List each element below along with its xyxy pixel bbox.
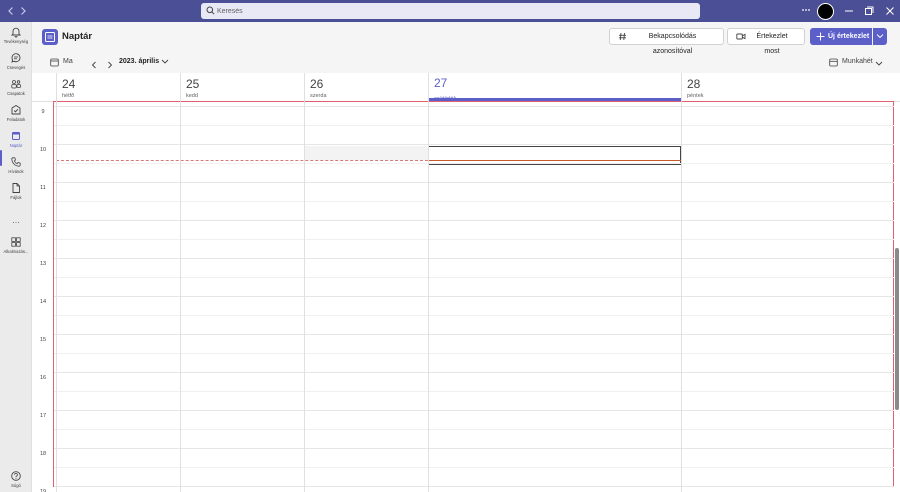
calendar-icon [12,132,20,140]
rail-item-calendar[interactable]: Naptár [0,130,32,154]
rail-item-chat[interactable]: Csevegés [0,52,32,76]
day-column-divider [681,101,682,492]
view-selector[interactable]: Munkahét [829,56,873,68]
apps-icon [11,237,21,247]
hour-label: 15 [39,337,47,343]
day-column-divider [56,101,57,492]
hour-label: 13 [39,261,47,267]
chevron-left-icon [91,61,96,69]
hour-label: 11 [40,185,46,191]
day-column-divider [304,101,305,492]
calendar-view-icon [829,58,838,67]
hour-label: 10 [39,147,47,153]
rail-item-help[interactable]: Súgó [0,470,32,492]
rail-item-files[interactable]: Fájlok [0,182,32,206]
rail-item-activity[interactable]: Tevékenység [0,26,32,50]
previous-week-button[interactable] [89,57,99,69]
day-number: 26 [310,77,324,91]
rail-label: Csapatok [7,91,25,96]
teams-icon [11,80,21,89]
day-number: 24 [62,77,76,91]
rail-label: Hívások [8,169,24,174]
video-icon [736,33,746,40]
today-label: Ma [63,58,73,65]
day-header[interactable]: 26 szerda [304,73,428,101]
search-box[interactable] [201,3,700,19]
plus-icon [816,32,825,41]
day-header[interactable]: 25 kedd [180,73,304,101]
chevron-right-icon [108,61,113,69]
today-button[interactable]: Ma [50,56,73,68]
day-number: 27 [434,76,448,90]
scrollbar[interactable] [894,101,900,492]
rail-item-tasks[interactable]: Feladatok [0,104,32,128]
calendar-app-icon [42,29,58,45]
file-icon [12,183,20,193]
rail-label: Csevegés [6,65,26,70]
new-meeting-label: Új értekezlet [828,33,870,40]
rail-more-button[interactable]: ··· [0,212,32,227]
scrollbar-thumb[interactable] [895,248,899,410]
title-bar [0,0,900,22]
chevron-down-icon [876,34,884,39]
rail-item-teams[interactable]: Csapatok [0,78,32,102]
avatar[interactable] [817,3,834,20]
hour-label: 12 [39,223,47,229]
day-number: 28 [687,77,701,91]
join-with-id-button[interactable]: Bekapcsolódás azonosítóval [609,28,724,55]
phone-icon [11,157,21,167]
tasks-icon [11,104,21,115]
page-title: Naptár [62,31,93,42]
hour-label: 17 [39,413,47,419]
calendar-today-icon [50,58,59,67]
date-navigation: Ma 2023. április Munkahét [32,52,900,73]
day-header-today[interactable]: 27 csütörtök [428,73,682,102]
close-icon[interactable] [883,4,897,18]
more-icon: ··· [12,218,20,227]
month-picker[interactable]: 2023. április [119,57,159,67]
new-meeting-dropdown[interactable] [873,28,887,45]
day-name: péntek [687,93,704,99]
day-name: hétfő [62,93,75,99]
restore-icon[interactable] [862,4,876,18]
minimize-icon[interactable] [842,4,856,18]
rail-item-calls[interactable]: Hívások [0,156,32,180]
rail-label: Fájlok [10,195,22,200]
new-meeting-button[interactable]: Új értekezlet [810,28,872,45]
chat-icon [11,53,21,63]
search-icon [206,6,215,15]
meet-now-button[interactable]: Értekezlet most [727,28,805,55]
day-column-divider [428,101,429,492]
calendar-grid: 24 hétfő 25 kedd 26 szerda 27 csütörtök … [32,73,900,492]
day-number: 25 [186,77,200,91]
rail-label: Naptár [9,143,23,148]
chevron-down-icon[interactable] [161,59,169,65]
day-name: kedd [186,93,198,99]
app-rail: Tevékenység Csevegés Csapatok Feladatok … [0,22,32,492]
rail-label: Súgó [11,483,21,488]
next-week-button[interactable] [105,57,115,69]
day-column-divider [180,101,181,492]
hour-label: 14 [39,299,47,305]
chevron-down-icon[interactable] [875,61,883,67]
hour-label: 16 [39,375,47,381]
view-label: Munkahét [842,58,873,65]
rail-label: Alkalmazás... [3,249,29,254]
help-icon [11,471,21,481]
calendar-header: Naptár Bekapcsolódás azonosítóval Érteke… [32,22,900,55]
hour-label: 18 [39,451,47,457]
rail-item-apps[interactable]: Alkalmazás... [0,236,32,260]
rail-label: Feladatok [6,117,26,122]
hour-label: 9 [41,109,45,115]
day-header[interactable]: 24 hétfő [56,73,180,101]
more-options-icon[interactable] [799,3,813,17]
search-input[interactable] [217,3,687,19]
bell-icon [10,27,22,38]
day-name: szerda [310,93,327,99]
day-header[interactable]: 28 péntek [681,73,894,101]
rail-label: Tevékenység [3,39,29,44]
hash-icon [619,32,626,41]
forward-icon[interactable] [16,4,30,18]
